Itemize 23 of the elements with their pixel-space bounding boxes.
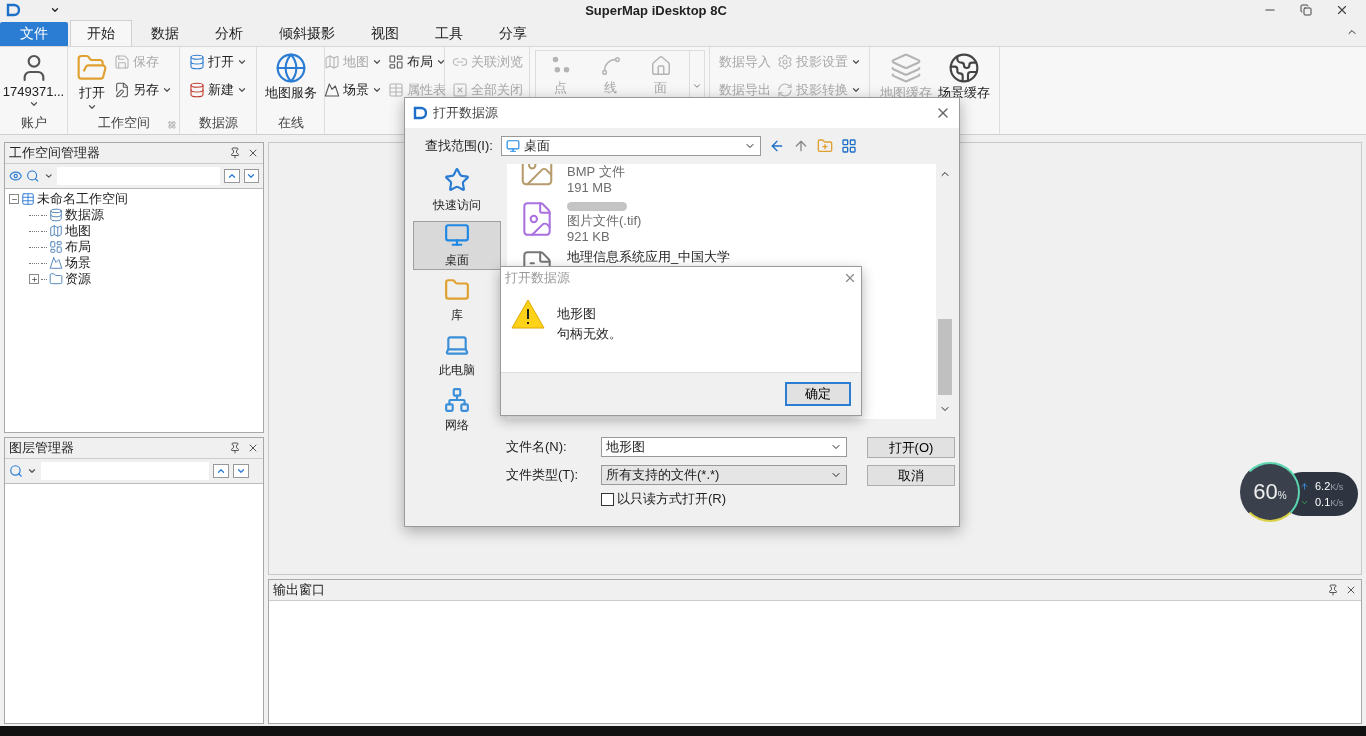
panel-title: 工作空间管理器 bbox=[9, 144, 101, 162]
group-label: 工作空间 bbox=[97, 114, 150, 132]
message-text: 句柄无效。 bbox=[557, 325, 622, 343]
file-size: 921 KB bbox=[567, 229, 611, 245]
dialog-title: 打开数据源 bbox=[433, 104, 499, 122]
field-label: 文件类型(T): bbox=[506, 466, 580, 484]
panel-title: 图层管理器 bbox=[9, 439, 75, 457]
group-label: 数据源 bbox=[198, 114, 238, 132]
dialog-title: 打开数据源 bbox=[505, 269, 571, 287]
window-title: SuperMap iDesktop 8C bbox=[584, 2, 728, 18]
file-type: 图片文件(.tif) bbox=[567, 213, 642, 229]
panel-title: 输出窗口 bbox=[273, 581, 326, 600]
field-label: 文件名(N): bbox=[506, 438, 568, 456]
download-speed: 0.1K/s bbox=[1315, 496, 1344, 508]
usage-percent: 60% bbox=[1253, 479, 1287, 505]
upload-speed: 6.2K/s bbox=[1315, 480, 1344, 492]
file-type: BMP 文件 bbox=[567, 164, 625, 180]
field-label: 查找范围(I): bbox=[425, 137, 493, 155]
message-text: 地形图 bbox=[557, 305, 597, 323]
checkbox-label: 以只读方式打开(R) bbox=[617, 490, 727, 508]
file-size: 191 MB bbox=[567, 180, 613, 196]
group-label: 账户 bbox=[20, 114, 47, 132]
group-label: 在线 bbox=[277, 114, 304, 132]
